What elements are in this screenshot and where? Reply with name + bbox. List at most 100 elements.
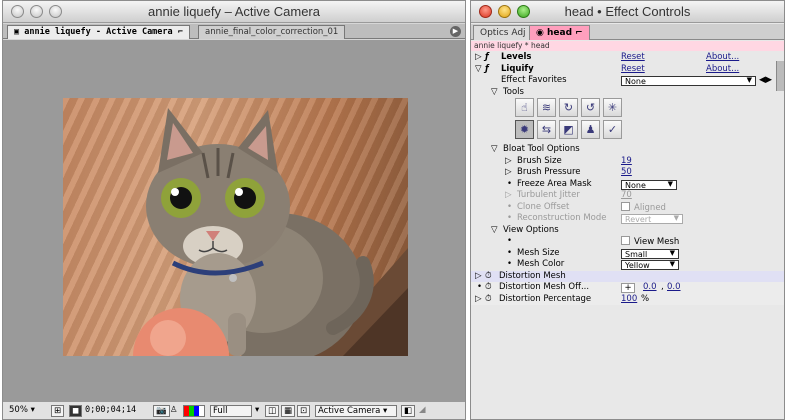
resize-grip-icon[interactable]: ◢ [419, 405, 426, 417]
turbulence-tool-icon[interactable]: ≋ [537, 98, 556, 117]
tab-optics-adj[interactable]: Optics Adj [473, 25, 533, 40]
tab-close-icon[interactable]: ⌐ [575, 28, 583, 38]
crosshair-icon[interactable]: + [621, 283, 635, 293]
dropdown-value: None [625, 77, 646, 86]
mesh-color-row: • Mesh Color Yellow ▼ [471, 259, 784, 271]
bullet-icon: • [507, 236, 513, 246]
reflection-tool-icon[interactable]: ◩ [559, 120, 578, 139]
checkbox-box [621, 201, 630, 211]
shift-pixels-tool-icon[interactable]: ⇆ [537, 120, 556, 139]
distortion-percentage-unit: % [641, 293, 650, 304]
freeze-area-mask-row: • Freeze Area Mask None ▼ [471, 179, 784, 191]
view-layout-icon[interactable]: ◧ [401, 405, 416, 417]
effect-row-liquify[interactable]: ▽ ƒ Liquify Reset About... [471, 64, 784, 76]
pucker-tool-icon[interactable]: ✳ [603, 98, 622, 117]
collapse-triangle-icon[interactable]: ▽ [491, 225, 498, 237]
show-snapshot-icon[interactable]: ♙ [170, 405, 178, 417]
stopwatch-icon[interactable]: ⏱ [485, 282, 492, 294]
distortion-mesh-row[interactable]: ▷ ⏱ Distortion Mesh [471, 270, 784, 283]
bloat-options-group-row[interactable]: ▽ Bloat Tool Options [471, 144, 784, 156]
channel-icon[interactable] [183, 405, 205, 417]
freeze-area-mask-dropdown[interactable]: None ▼ [621, 179, 677, 190]
snapshot-icon[interactable]: 📷 [153, 405, 170, 417]
effect-tabbar: Optics Adj ◉ head ⌐ [471, 24, 784, 40]
effect-favorites-label: Effect Favorites [501, 75, 567, 85]
reconstruction-tool-icon[interactable]: ✓ [603, 120, 622, 139]
tab-close-icon[interactable]: ⌐ [178, 27, 183, 37]
expand-triangle-icon[interactable]: ▷ [475, 271, 482, 283]
breadcrumb: annie liquefy * head [471, 41, 784, 51]
tools-palette-row: ☝ ≋ ↻ ↺ ✳ ✹ ⇆ ◩ ♟ ✓ [471, 98, 784, 144]
twirl-cw-tool-icon[interactable]: ↻ [559, 98, 578, 117]
effect-window-title: head • Effect Controls [564, 4, 691, 19]
zoom-level: 50% [9, 405, 28, 415]
tab-annie-liquefy[interactable]: ▣ annie liquefy - Active Camera ⌐ [7, 25, 190, 39]
fx-toggle-icon[interactable]: ƒ [485, 64, 489, 76]
favorites-arrows-icon[interactable]: ◀▶ [759, 75, 772, 87]
offset-x-value[interactable]: 0.0 [643, 282, 657, 294]
tab-menu-arrow-icon[interactable]: ▶ [450, 26, 461, 37]
collapse-triangle-icon[interactable]: ▽ [475, 64, 482, 76]
dropdown-value: Small [625, 249, 648, 259]
tab-label: head [547, 28, 573, 38]
distortion-mesh-label: Distortion Mesh [499, 270, 566, 281]
mesh-size-dropdown[interactable]: Small ▼ [621, 248, 679, 259]
distortion-percentage-value[interactable]: 100 [621, 294, 637, 306]
clone-tool-icon[interactable]: ♟ [581, 120, 600, 139]
camera-view-menu[interactable]: Active Camera ▾ [315, 405, 397, 417]
stopwatch-icon[interactable]: ⏱ [485, 271, 492, 283]
region-of-interest-icon[interactable]: ◫ [265, 405, 280, 417]
comp-tabbar: ▣ annie liquefy - Active Camera ⌐ annie_… [3, 24, 465, 39]
effect-row-levels[interactable]: ▷ ƒ Levels Reset About... [471, 52, 784, 64]
expand-triangle-icon[interactable]: ▷ [505, 156, 512, 168]
about-link[interactable]: About... [706, 64, 739, 76]
effect-titlebar[interactable]: head • Effect Controls [471, 1, 784, 23]
reconstruction-mode-row: • Reconstruction Mode Revert ▼ [471, 213, 784, 225]
distortion-percentage-label: Distortion Percentage [499, 293, 592, 304]
dropdown-value: Yellow [625, 261, 650, 270]
about-link[interactable]: About... [706, 52, 739, 64]
brush-pressure-value[interactable]: 50 [621, 167, 632, 179]
turbulent-jitter-row: ▷ Turbulent Jitter 70 [471, 190, 784, 202]
expand-triangle-icon[interactable]: ▷ [475, 52, 482, 64]
resolution-value: Full [213, 406, 228, 416]
expand-triangle-icon[interactable]: ▷ [505, 167, 512, 179]
transparency-grid-icon[interactable]: ▦ [281, 405, 296, 417]
bloat-tool-icon[interactable]: ✹ [515, 120, 534, 139]
comp-titlebar[interactable]: annie liquefy – Active Camera [3, 1, 465, 23]
collapse-triangle-icon[interactable]: ▽ [491, 87, 498, 99]
composition-viewer[interactable] [3, 40, 465, 401]
tab-head[interactable]: ◉ head ⌐ [529, 25, 590, 40]
checkbox-box[interactable] [621, 236, 630, 245]
resolution-menu[interactable]: Full [210, 405, 252, 417]
resolution-arrow-icon[interactable]: ▾ [255, 405, 259, 417]
brush-size-label: Brush Size [517, 155, 562, 166]
view-options-group-row[interactable]: ▽ View Options [471, 225, 784, 237]
collapse-triangle-icon[interactable]: ▽ [491, 144, 498, 156]
effect-favorites-dropdown[interactable]: None ▼ [621, 76, 756, 86]
brush-size-value[interactable]: 19 [621, 156, 632, 168]
brush-pressure-row: ▷ Brush Pressure 50 [471, 167, 784, 179]
reset-link[interactable]: Reset [621, 52, 645, 64]
reconstruction-mode-label: Reconstruction Mode [517, 213, 607, 223]
tab-label: annie_final_color_correction_01 [205, 27, 339, 37]
fx-toggle-icon[interactable]: ƒ [485, 52, 489, 64]
reset-link[interactable]: Reset [621, 64, 645, 76]
expand-triangle-icon[interactable]: ▷ [475, 294, 482, 306]
mesh-color-dropdown[interactable]: Yellow ▼ [621, 260, 679, 270]
pixel-aspect-icon[interactable]: ⊡ [297, 405, 311, 417]
mesh-color-label: Mesh Color [517, 259, 565, 269]
distortion-mesh-offset-row: • ⏱ Distortion Mesh Off... + 0.0 , 0.0 [471, 282, 784, 294]
offset-y-value[interactable]: 0.0 [667, 282, 681, 294]
tools-label: Tools [503, 86, 524, 97]
grid-guides-icon[interactable]: ⊞ [51, 405, 65, 417]
warp-tool-icon[interactable]: ☝ [515, 98, 534, 117]
timecode-display[interactable]: 0;00;04;14 [85, 405, 136, 417]
bullet-icon: • [507, 178, 513, 189]
twirl-ccw-tool-icon[interactable]: ↺ [581, 98, 600, 117]
zoom-menu[interactable]: 50% ▾ [9, 405, 35, 417]
tab-final-color-correction[interactable]: annie_final_color_correction_01 [198, 25, 346, 39]
mask-icon[interactable]: ◼ [69, 405, 83, 417]
tools-group-row[interactable]: ▽ Tools [471, 87, 784, 99]
stopwatch-icon[interactable]: ⏱ [485, 294, 492, 306]
